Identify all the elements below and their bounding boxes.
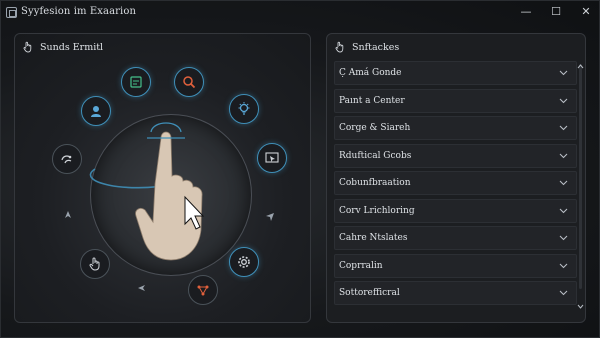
window-cursor-node[interactable] [257, 143, 287, 173]
lightbulb-node[interactable] [229, 94, 259, 124]
hand-icon [89, 257, 100, 271]
hand-icon [335, 41, 344, 53]
scroll-down-icon[interactable] [577, 304, 584, 309]
shortcuts-panel-header: Snftackes [334, 41, 399, 53]
list-item-label: Cobunfbraation [339, 178, 411, 188]
lightbulb-icon [238, 102, 250, 115]
chevron-down-icon [559, 290, 568, 296]
list-item-label: Sottorefficral [339, 288, 400, 298]
gesture-doc-icon [130, 76, 142, 88]
network-node[interactable] [188, 275, 218, 305]
list-item-label: Paınt a Center [339, 95, 405, 106]
chevron-down-icon [559, 153, 568, 158]
list-item-label: C̣ Amá Gonde [339, 68, 402, 78]
list-item-label: Corv Lrichloring [339, 205, 415, 216]
list-item-label: Coprralin [339, 260, 383, 271]
list-item-label: Rduftical Gcobs [339, 150, 412, 161]
list-item[interactable]: C̣ Amá Gonde [334, 61, 577, 85]
chevron-down-icon [559, 180, 568, 186]
scroll-up-icon[interactable] [577, 64, 584, 69]
scrollbar[interactable] [579, 64, 582, 289]
gesture-doc-node[interactable] [121, 67, 151, 97]
list-item[interactable]: Corge & Siareh [334, 116, 577, 140]
chevron-down-icon [559, 98, 568, 103]
search-icon [183, 76, 196, 89]
app-window: Syyfesion im Exaarion — ☐ ✕ Sunds Ermitl [0, 0, 600, 338]
gesture-panel: Sunds Ermitl [14, 33, 311, 323]
list-item-label: Corge & Siareh [339, 123, 411, 133]
gesture-illustration [89, 122, 205, 261]
list-item[interactable]: Rduftical Gcobs [334, 143, 577, 168]
list-item[interactable]: Coprralin [334, 253, 577, 278]
list-item[interactable]: Paınt a Center [334, 88, 577, 113]
hand-node[interactable] [80, 249, 110, 279]
arrow-up-icon [65, 211, 71, 218]
chevron-down-icon [559, 235, 568, 241]
gesture-tap-icon [61, 155, 72, 164]
hand-illustration [135, 131, 203, 261]
list-item[interactable]: Corv Lrichloring [334, 198, 577, 223]
window-title: Syyfesion im Exaarion [21, 6, 137, 17]
arrow-up-right-icon [266, 213, 274, 221]
list-item[interactable]: Cobunfbraation [334, 171, 577, 195]
settings-node[interactable] [229, 247, 259, 277]
shortcut-list: C̣ Amá Gonde Paınt a Center Corge & Siar… [334, 61, 577, 309]
list-item[interactable]: Sottorefficral [334, 281, 577, 305]
shortcuts-panel: Snftackes C̣ Amá Gonde Paınt a Center Co… [326, 33, 586, 323]
chevron-down-icon [559, 125, 568, 131]
gesture-tap-node[interactable] [52, 144, 82, 174]
chevron-down-icon [559, 208, 568, 213]
list-item-label: Cahre Ntslates [339, 233, 408, 243]
chevron-down-icon [559, 263, 568, 268]
app-icon [6, 7, 17, 18]
user-node[interactable] [81, 96, 111, 126]
arrow-left-icon [138, 285, 145, 291]
maximize-button[interactable]: ☐ [539, 1, 573, 21]
settings-gear-icon [238, 256, 250, 268]
network-icon [197, 285, 209, 296]
chevron-down-icon [559, 70, 568, 76]
minimize-button[interactable]: — [509, 1, 543, 21]
shortcuts-panel-title: Snftackes [352, 41, 400, 53]
window-cursor-icon [265, 152, 279, 163]
user-icon [91, 106, 101, 117]
search-node[interactable] [174, 67, 204, 97]
title-bar: Syyfesion im Exaarion — ☐ ✕ [1, 1, 600, 25]
list-item[interactable]: Cahre Ntslates [334, 226, 577, 250]
close-button[interactable]: ✕ [569, 1, 600, 21]
